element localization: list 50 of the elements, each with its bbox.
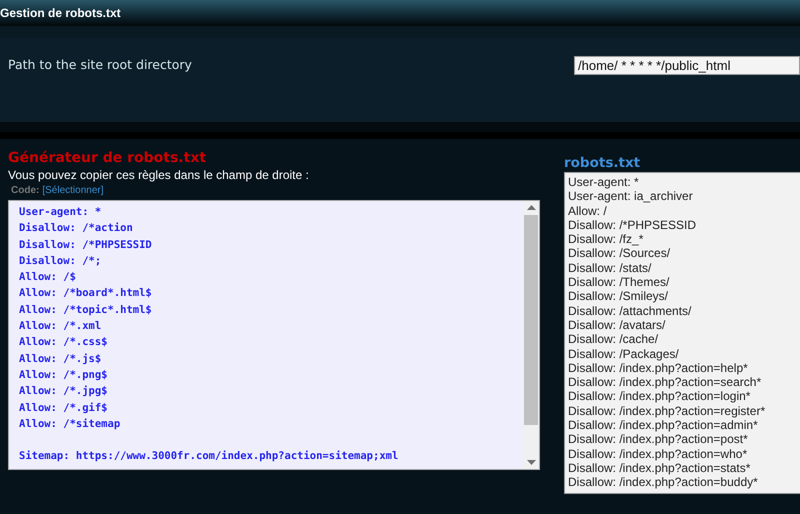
robots-line: Disallow: /Themes/ [568, 275, 670, 290]
robots-line: Disallow: /index.php?action=post* [568, 432, 749, 447]
select-link[interactable]: [Sélectionner] [42, 183, 104, 198]
code-line: Allow: /*sitemap [19, 416, 122, 432]
robots-line: Disallow: /*PHPSESSID [568, 218, 698, 232]
robots-line: Disallow: /stats/ [568, 260, 652, 276]
code-line: Allow: /*.js$ [19, 352, 102, 367]
code-line: Allow: /*.jpg$ [19, 384, 109, 400]
robots-line: User-agent: ia_archiver [568, 189, 694, 204]
code-line: Disallow: /*PHPSESSID [19, 238, 153, 253]
code-line: Allow: /*.xml [19, 319, 102, 334]
robots-line: Disallow: /index.php?action=buddy* [568, 475, 759, 490]
scroll-down-icon[interactable] [526, 460, 536, 465]
robots-line: Allow: / [568, 204, 608, 218]
robots-line: Disallow: /index.php?action=who* [568, 446, 748, 461]
path-field[interactable]: /home/ * * * * */public_html [574, 56, 800, 75]
code-field[interactable] [8, 200, 540, 470]
robots-line: Disallow: /cache/ [568, 332, 660, 347]
code-line: Sitemap: https://www.3000fr.com/index.php?action=sitemap;xml [19, 449, 400, 464]
robots-line: Disallow: /attachments/ [568, 304, 692, 318]
robots-line: Disallow: /index.php?action=login* [568, 389, 752, 404]
robots-line: Disallow: /fz_* [568, 232, 644, 246]
robots-line: User-agent: * [568, 175, 640, 190]
robots-field[interactable] [564, 172, 800, 494]
code-line: User-agent: * [19, 205, 102, 220]
robots-line: Disallow: /index.php?action=stats* [568, 460, 752, 476]
code-line: Disallow: /*action [19, 221, 134, 236]
code-line: Allow: /*.png$ [19, 368, 109, 383]
page-title: Gestion de robots.txt [0, 6, 121, 20]
robots-line: Disallow: /index.php?action=search* [568, 375, 762, 390]
scroll-up-icon[interactable] [526, 205, 536, 210]
code-line: Allow: /*.gif$ [19, 400, 109, 416]
code-line: Allow: /*board*.html$ [19, 286, 153, 302]
hint-text: Vous pouvez copier ces règles dans le champ de droite : [8, 167, 310, 183]
robots-title: robots.txt [564, 154, 642, 172]
code-line: Allow: /*.css$ [19, 335, 109, 350]
code-line: Disallow: /*; [19, 254, 102, 269]
scrollbar[interactable] [523, 201, 539, 469]
code-label: Code: [11, 184, 40, 198]
code-line: Allow: /$ [19, 270, 77, 286]
robots-line: Disallow: /Smileys/ [568, 289, 670, 304]
generator-title: Générateur de robots.txt [8, 149, 208, 167]
robots-line: Disallow: /avatars/ [568, 318, 666, 332]
robots-line: Disallow: /index.php?action=help* [568, 360, 749, 376]
code-line: Allow: /*topic*.html$ [19, 302, 153, 318]
robots-line: Disallow: /Packages/ [568, 346, 680, 361]
robots-line: Disallow: /Sources/ [568, 246, 672, 261]
robots-line: Disallow: /index.php?action=register* [568, 404, 766, 418]
robots-line: Disallow: /index.php?action=admin* [568, 418, 759, 432]
path-label: Path to the site root directory [8, 57, 192, 72]
